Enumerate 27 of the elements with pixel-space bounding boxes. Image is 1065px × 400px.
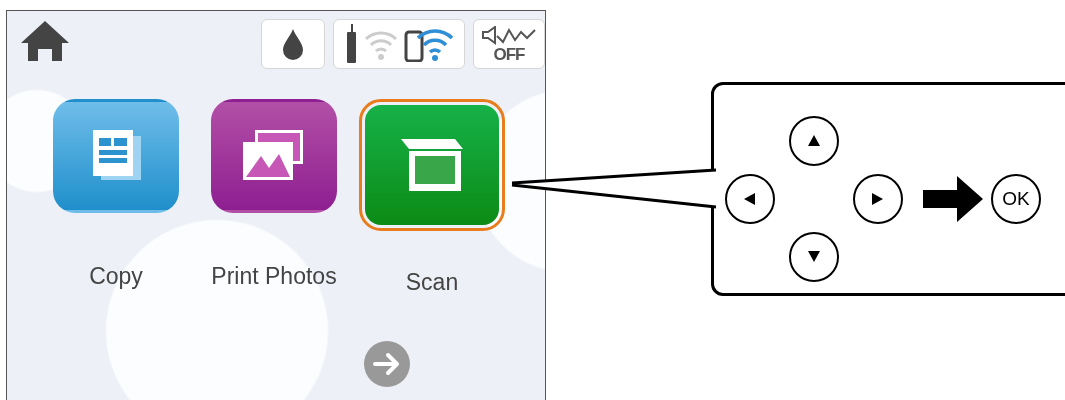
sound-status-button[interactable]: OFF	[473, 19, 545, 69]
wifi-direct-icon	[404, 26, 454, 62]
network-status-button[interactable]	[333, 19, 465, 69]
photo-app-tile[interactable]	[211, 99, 337, 213]
sound-off-text: OFF	[493, 45, 525, 63]
ink-status-button[interactable]	[261, 19, 325, 69]
triangle-icon	[872, 193, 884, 205]
copy-app-tile[interactable]	[53, 99, 179, 213]
wired-device-icon	[344, 24, 358, 64]
right-button[interactable]	[853, 174, 903, 224]
ink-drop-icon	[281, 28, 305, 60]
app-label: Copy	[89, 262, 143, 291]
ok-button[interactable]: OK	[991, 174, 1041, 224]
triangle-icon	[744, 193, 756, 205]
next-page-button[interactable]	[364, 341, 410, 387]
app-label: Scan	[405, 268, 459, 297]
home-icon[interactable]	[19, 19, 71, 63]
down-button[interactable]	[789, 232, 839, 282]
scan-app-tile[interactable]	[359, 99, 505, 231]
app-label: Print Photos	[211, 262, 337, 291]
right-arrow-icon	[923, 176, 983, 222]
up-button[interactable]	[789, 116, 839, 166]
speaker-icon	[481, 25, 537, 46]
triangle-icon	[808, 135, 820, 147]
scanner-icon	[399, 137, 465, 193]
left-button[interactable]	[725, 174, 775, 224]
triangle-icon	[808, 251, 820, 263]
